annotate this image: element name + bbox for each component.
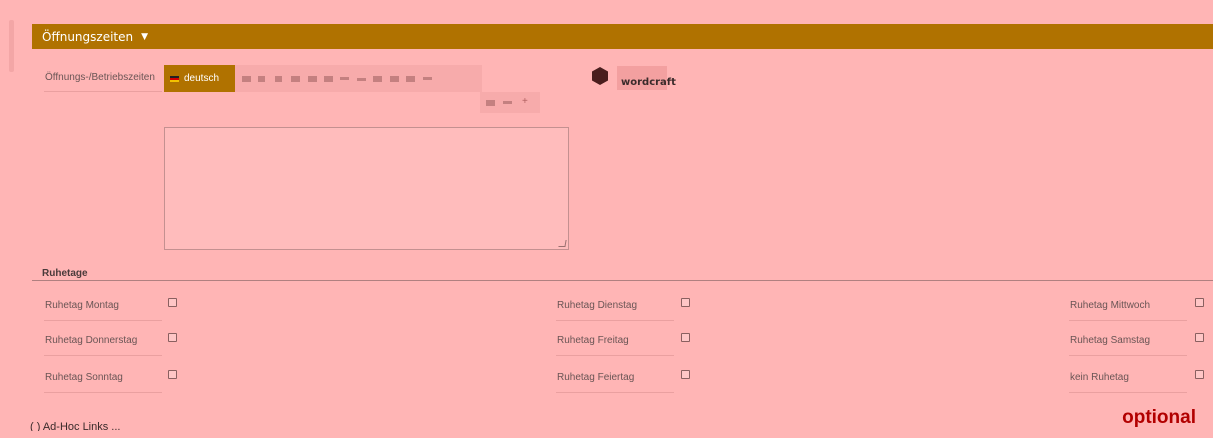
rest-day-checkbox[interactable] xyxy=(681,333,690,342)
rest-day-checkbox[interactable] xyxy=(681,370,690,379)
ruhetage-heading: Ruhetage xyxy=(42,268,88,279)
opening-hours-textarea[interactable] xyxy=(164,127,569,250)
toolbar-row-1 xyxy=(235,65,482,92)
rest-day-label: Ruhetag Dienstag xyxy=(557,300,638,311)
rest-day-underline xyxy=(1069,355,1187,356)
rest-day-underline xyxy=(1069,320,1187,321)
rest-day-checkbox[interactable] xyxy=(1195,333,1204,342)
rest-day-checkbox[interactable] xyxy=(168,370,177,379)
rest-day-checkbox[interactable] xyxy=(168,333,177,342)
rest-day-underline xyxy=(556,320,674,321)
rest-day-underline xyxy=(44,355,162,356)
list-icon[interactable] xyxy=(291,76,300,82)
rest-day-checkbox[interactable] xyxy=(1195,370,1204,379)
resize-handle-icon[interactable] xyxy=(558,240,567,247)
rest-day-checkbox[interactable] xyxy=(681,298,690,307)
wordcraft-hex-icon[interactable] xyxy=(592,67,608,85)
divider-icon[interactable] xyxy=(503,101,512,104)
columns-3-icon[interactable] xyxy=(275,76,282,82)
separator-icon[interactable] xyxy=(423,77,432,80)
wordcraft-widget[interactable]: wordcraft xyxy=(592,66,676,92)
opening-hours-label: Öffnungs-/Betriebszeiten xyxy=(45,72,155,83)
table-icon[interactable] xyxy=(242,76,251,82)
rest-day-label: kein Ruhetag xyxy=(1070,372,1129,383)
section-header-opening-hours[interactable]: Öffnungszeiten ▼ xyxy=(32,24,1213,49)
rest-day-checkbox[interactable] xyxy=(1195,298,1204,307)
rest-day-underline xyxy=(44,392,162,393)
german-flag-icon xyxy=(170,75,179,82)
rest-day-underline xyxy=(556,355,674,356)
align-left-icon[interactable] xyxy=(308,76,317,82)
align-justify-icon[interactable] xyxy=(340,77,349,80)
editor-toolbar: deutsch + xyxy=(164,65,540,113)
language-tab-label: deutsch xyxy=(184,73,220,84)
add-icon[interactable]: + xyxy=(522,96,528,107)
rest-day-label: Ruhetag Samstag xyxy=(1070,335,1151,346)
columns-2-icon[interactable] xyxy=(258,76,265,82)
rest-day-label: Ruhetag Montag xyxy=(45,300,119,311)
rest-day-label: Ruhetag Feiertag xyxy=(557,372,635,383)
image-icon[interactable] xyxy=(486,100,495,106)
wordcraft-logo-text: wordcraft xyxy=(621,77,676,88)
label-underline xyxy=(44,91,162,92)
rest-day-checkbox[interactable] xyxy=(168,298,177,307)
rest-day-underline xyxy=(1069,392,1187,393)
ruhetage-divider xyxy=(32,280,1213,281)
indent-icon[interactable] xyxy=(373,76,382,82)
rest-day-underline xyxy=(556,392,674,393)
language-tab-deutsch[interactable]: deutsch xyxy=(164,65,235,92)
footer-link-text[interactable]: ( ) Ad-Hoc Links ... xyxy=(30,421,120,431)
section-title: Öffnungszeiten xyxy=(42,29,134,44)
rest-day-label: Ruhetag Mittwoch xyxy=(1070,300,1151,311)
caret-down-icon[interactable]: ▼ xyxy=(141,32,148,42)
horizontal-rule-icon[interactable] xyxy=(357,78,366,81)
left-rail xyxy=(9,20,14,72)
toolbar-row-2: + xyxy=(480,92,540,113)
optional-badge: optional xyxy=(1122,407,1196,428)
rest-day-underline xyxy=(44,320,162,321)
rest-day-label: Ruhetag Freitag xyxy=(557,335,629,346)
grid-icon[interactable] xyxy=(406,76,415,82)
align-center-icon[interactable] xyxy=(324,76,333,82)
rest-day-label: Ruhetag Donnerstag xyxy=(45,335,138,346)
rest-day-label: Ruhetag Sonntag xyxy=(45,372,123,383)
outdent-icon[interactable] xyxy=(390,76,399,82)
